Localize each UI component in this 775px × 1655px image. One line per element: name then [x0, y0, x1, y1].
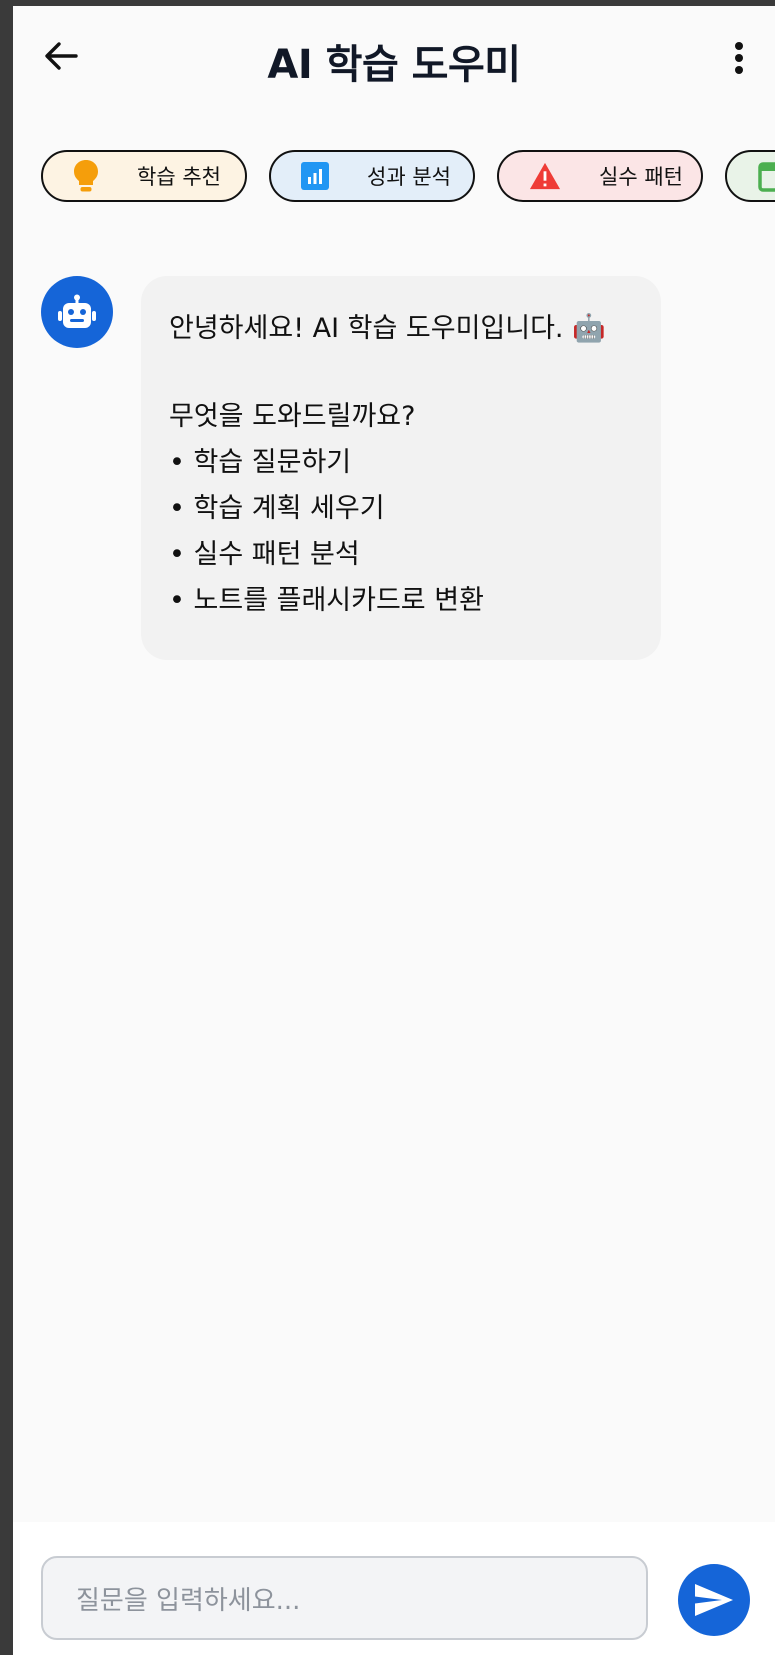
chip-performance-analysis[interactable]: 성과 분석 [269, 150, 475, 202]
send-button[interactable] [678, 1564, 750, 1636]
message-option: • 학습 계획 세우기 [169, 493, 385, 524]
bot-avatar [41, 276, 113, 348]
message-greeting: 안녕하세요! AI 학습 도우미입니다. 🤖 [169, 313, 606, 344]
lightbulb-icon [73, 160, 99, 192]
chip-study-plan[interactable] [725, 150, 775, 202]
quick-action-chips: 학습 추천 성과 분석 실수 패턴 [41, 150, 775, 204]
send-icon [695, 1584, 733, 1616]
chip-label: 학습 추천 [137, 165, 221, 189]
chip-mistake-pattern[interactable]: 실수 패턴 [497, 150, 703, 202]
chip-label: 실수 패턴 [599, 165, 683, 189]
more-vert-icon [735, 42, 743, 74]
message-input[interactable]: 질문을 입력하세요... [41, 1556, 648, 1640]
message-question: 무엇을 도와드릴까요? [169, 401, 416, 432]
message-option: • 학습 질문하기 [169, 447, 352, 478]
more-menu-button[interactable] [729, 40, 749, 76]
app-bar: AI 학습 도우미 [13, 6, 775, 106]
bot-message-bubble: 안녕하세요! AI 학습 도우미입니다. 🤖 무엇을 도와드릴까요? • 학습 … [141, 276, 661, 660]
app-screen: AI 학습 도우미 학습 추천 성과 분석 실수 패턴 안녕하세요! AI 학습… [13, 6, 775, 1655]
calendar-icon [757, 160, 775, 192]
chip-study-recommendation[interactable]: 학습 추천 [41, 150, 247, 202]
message-option: • 실수 패턴 분석 [169, 539, 360, 570]
message-option: • 노트를 플래시카드로 변환 [169, 585, 484, 616]
bar-chart-icon [301, 160, 329, 192]
page-title: AI 학습 도우미 [267, 42, 521, 88]
robot-icon [58, 294, 96, 328]
message-composer: 질문을 입력하세요... [13, 1522, 775, 1655]
warning-icon [529, 160, 561, 192]
chip-label: 성과 분석 [367, 165, 451, 189]
